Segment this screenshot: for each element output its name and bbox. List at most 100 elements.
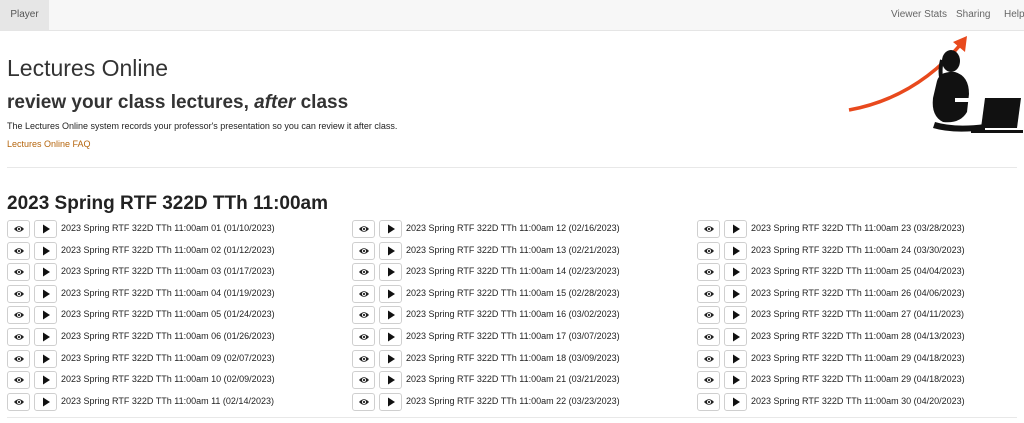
lecture-link[interactable]: 2023 Spring RTF 322D TTh 11:00am 04 (01/… — [61, 288, 275, 298]
lecture-link[interactable]: 2023 Spring RTF 322D TTh 11:00am 30 (04/… — [751, 396, 965, 406]
lecture-link[interactable]: 2023 Spring RTF 322D TTh 11:00am 24 (03/… — [751, 245, 965, 255]
lecture-link[interactable]: 2023 Spring RTF 322D TTh 11:00am 21 (03/… — [406, 374, 620, 384]
watch-button[interactable] — [697, 306, 720, 325]
watch-button[interactable] — [352, 241, 375, 260]
watch-button[interactable] — [7, 349, 30, 368]
lecture-link[interactable]: 2023 Spring RTF 322D TTh 11:00am 12 (02/… — [406, 223, 620, 233]
play-button[interactable] — [379, 220, 402, 238]
watch-button[interactable] — [697, 371, 720, 390]
play-button[interactable] — [379, 392, 402, 411]
divider — [7, 167, 1017, 168]
lecture-link[interactable]: 2023 Spring RTF 322D TTh 11:00am 13 (02/… — [406, 245, 620, 255]
nav-player-tab[interactable]: Player — [0, 0, 49, 30]
lecture-link[interactable]: 2023 Spring RTF 322D TTh 11:00am 22 (03/… — [406, 396, 620, 406]
watch-button[interactable] — [352, 371, 375, 390]
play-button[interactable] — [724, 284, 747, 303]
lecture-link[interactable]: 2023 Spring RTF 322D TTh 11:00am 28 (04/… — [751, 331, 965, 341]
divider — [7, 417, 1017, 418]
lecture-link[interactable]: 2023 Spring RTF 322D TTh 11:00am 02 (01/… — [61, 245, 275, 255]
play-button[interactable] — [724, 371, 747, 390]
watch-button[interactable] — [697, 392, 720, 411]
lecture-link[interactable]: 2023 Spring RTF 322D TTh 11:00am 05 (01/… — [61, 309, 275, 319]
play-button[interactable] — [724, 220, 747, 238]
lecture-link[interactable]: 2023 Spring RTF 322D TTh 11:00am 29 (04/… — [751, 374, 965, 384]
page-description: The Lectures Online system records your … — [7, 121, 398, 131]
play-button[interactable] — [34, 306, 57, 325]
play-button[interactable] — [34, 392, 57, 411]
lecture-link[interactable]: 2023 Spring RTF 322D TTh 11:00am 10 (02/… — [61, 374, 275, 384]
nav-sharing-link[interactable]: Sharing — [956, 0, 990, 30]
watch-button[interactable] — [352, 306, 375, 325]
page-subtitle: review your class lectures, after class — [7, 92, 348, 114]
watch-button[interactable] — [7, 327, 30, 346]
lecture-link[interactable]: 2023 Spring RTF 322D TTh 11:00am 25 (04/… — [751, 266, 965, 276]
watch-button[interactable] — [7, 392, 30, 411]
watch-button[interactable] — [7, 284, 30, 303]
lecture-link[interactable]: 2023 Spring RTF 322D TTh 11:00am 14 (02/… — [406, 266, 620, 276]
play-button[interactable] — [379, 306, 402, 325]
nav-help-link[interactable]: Help — [1004, 0, 1024, 30]
lecture-link[interactable]: 2023 Spring RTF 322D TTh 11:00am 03 (01/… — [61, 266, 275, 276]
lecture-link[interactable]: 2023 Spring RTF 322D TTh 11:00am 18 (03/… — [406, 353, 620, 363]
lecture-link[interactable]: 2023 Spring RTF 322D TTh 11:00am 16 (03/… — [406, 309, 620, 319]
watch-button[interactable] — [352, 220, 375, 238]
student-body — [932, 71, 969, 123]
play-button[interactable] — [379, 349, 402, 368]
lecture-link[interactable]: 2023 Spring RTF 322D TTh 11:00am 09 (02/… — [61, 353, 275, 363]
play-button[interactable] — [34, 349, 57, 368]
watch-button[interactable] — [7, 241, 30, 260]
watch-button[interactable] — [697, 220, 720, 238]
lecture-link[interactable]: 2023 Spring RTF 322D TTh 11:00am 26 (04/… — [751, 288, 965, 298]
play-button[interactable] — [379, 327, 402, 346]
play-button[interactable] — [34, 241, 57, 260]
lecture-link[interactable]: 2023 Spring RTF 322D TTh 11:00am 29 (04/… — [751, 353, 965, 363]
subtitle-post: class — [295, 92, 349, 113]
lecture-link[interactable]: 2023 Spring RTF 322D TTh 11:00am 11 (02/… — [61, 396, 274, 406]
lecture-link[interactable]: 2023 Spring RTF 322D TTh 11:00am 17 (03/… — [406, 331, 620, 341]
play-button[interactable] — [379, 284, 402, 303]
subtitle-pre: review your class lectures, — [7, 92, 255, 113]
watch-button[interactable] — [352, 263, 375, 282]
watch-button[interactable] — [7, 306, 30, 325]
play-button[interactable] — [34, 371, 57, 390]
play-button[interactable] — [724, 306, 747, 325]
lecture-link[interactable]: 2023 Spring RTF 322D TTh 11:00am 23 (03/… — [751, 223, 965, 233]
play-button[interactable] — [34, 284, 57, 303]
play-button[interactable] — [724, 392, 747, 411]
lecture-link[interactable]: 2023 Spring RTF 322D TTh 11:00am 27 (04/… — [751, 309, 964, 319]
play-button[interactable] — [724, 241, 747, 260]
watch-button[interactable] — [7, 263, 30, 282]
play-button[interactable] — [724, 327, 747, 346]
page-title: Lectures Online — [7, 55, 169, 81]
lecture-link[interactable]: 2023 Spring RTF 322D TTh 11:00am 06 (01/… — [61, 331, 275, 341]
watch-button[interactable] — [697, 284, 720, 303]
watch-button[interactable] — [697, 241, 720, 260]
play-button[interactable] — [34, 220, 57, 238]
play-button[interactable] — [34, 327, 57, 346]
play-button[interactable] — [724, 349, 747, 368]
play-button[interactable] — [379, 371, 402, 390]
watch-button[interactable] — [352, 349, 375, 368]
play-button[interactable] — [379, 241, 402, 260]
watch-button[interactable] — [697, 327, 720, 346]
student-with-laptop-illustration — [848, 36, 1023, 133]
laptop — [981, 98, 1021, 128]
student-head — [942, 50, 960, 72]
course-title: 2023 Spring RTF 322D TTh 11:00am — [7, 193, 329, 214]
faq-link[interactable]: Lectures Online FAQ — [7, 139, 91, 149]
nav-viewer-stats-link[interactable]: Viewer Stats — [891, 0, 947, 30]
top-navbar: Player Viewer Stats Sharing Help — [0, 0, 1024, 31]
watch-button[interactable] — [352, 392, 375, 411]
watch-button[interactable] — [697, 263, 720, 282]
watch-button[interactable] — [7, 371, 30, 390]
watch-button[interactable] — [697, 349, 720, 368]
play-button[interactable] — [724, 263, 747, 282]
lecture-link[interactable]: 2023 Spring RTF 322D TTh 11:00am 01 (01/… — [61, 223, 275, 233]
subtitle-emphasis: after — [254, 92, 296, 113]
lecture-link[interactable]: 2023 Spring RTF 322D TTh 11:00am 15 (02/… — [406, 288, 620, 298]
watch-button[interactable] — [352, 327, 375, 346]
watch-button[interactable] — [352, 284, 375, 303]
watch-button[interactable] — [7, 220, 30, 238]
play-button[interactable] — [34, 263, 57, 282]
play-button[interactable] — [379, 263, 402, 282]
